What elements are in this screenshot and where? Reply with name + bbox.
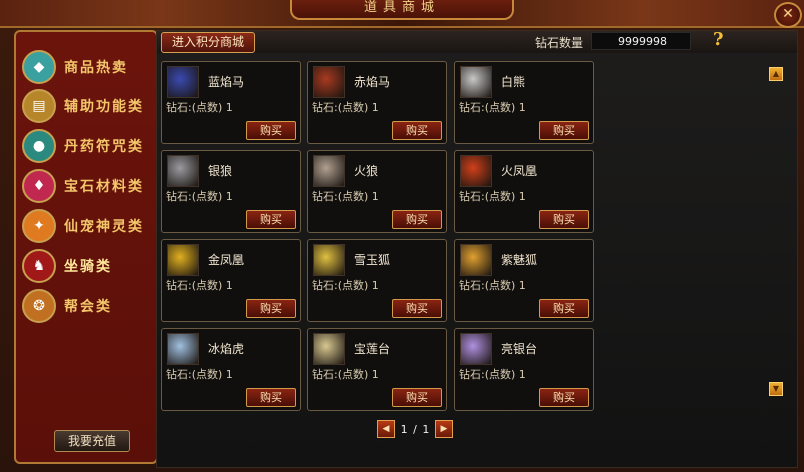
silver-wolf-icon	[167, 155, 199, 187]
orb-icon: ●	[22, 129, 56, 163]
bag-icon: ❂	[22, 289, 56, 323]
item-name: 紫魅狐	[501, 253, 538, 267]
gem-chest-icon: ◆	[22, 50, 56, 84]
item-price: 钻石:(点数) 1	[312, 190, 379, 203]
purple-fox-icon	[460, 244, 492, 276]
item-card: 蓝焰马钻石:(点数) 1 购买	[161, 61, 301, 144]
silver-platform-icon	[460, 333, 492, 365]
phoenix-pet-icon: ✦	[22, 209, 56, 243]
item-price: 钻石:(点数) 1	[459, 101, 526, 114]
buy-button[interactable]: 购买	[539, 121, 589, 140]
pagination: ◀ 1 / 1 ▶	[377, 419, 453, 439]
item-price: 钻石:(点数) 1	[166, 368, 233, 381]
buy-button[interactable]: 购买	[392, 121, 442, 140]
category-guild[interactable]: ❂ 帮会类	[22, 289, 152, 323]
page-separator: /	[413, 422, 417, 436]
item-card: 白熊钻石:(点数) 1 购买	[454, 61, 594, 144]
scroll-up-button[interactable]: ▲	[769, 67, 783, 81]
category-auxiliary[interactable]: ▤ 辅助功能类	[22, 89, 152, 123]
shop-header: 进入积分商城 钻石数量 9999998 ?	[157, 29, 797, 53]
category-label: 坐骑类	[64, 259, 112, 275]
item-price: 钻石:(点数) 1	[312, 368, 379, 381]
buy-button[interactable]: 购买	[392, 299, 442, 318]
item-name: 银狼	[208, 164, 233, 178]
item-name: 赤焰马	[354, 75, 391, 89]
item-name: 白熊	[501, 75, 526, 89]
item-price: 钻石:(点数) 1	[166, 101, 233, 114]
item-card: 宝莲台钻石:(点数) 1 购买	[307, 328, 447, 411]
points-mall-button[interactable]: 进入积分商城	[161, 32, 255, 53]
item-name: 雪玉狐	[354, 253, 391, 267]
ice-tiger-icon	[167, 333, 199, 365]
buy-button[interactable]: 购买	[539, 299, 589, 318]
item-name: 蓝焰马	[208, 75, 245, 89]
recharge-button[interactable]: 我要充值	[54, 430, 130, 452]
item-name: 火狼	[354, 164, 379, 178]
dragon-mount-icon: ♞	[22, 249, 56, 283]
category-label: 辅助功能类	[64, 99, 144, 115]
help-icon[interactable]: ?	[713, 29, 733, 51]
category-label: 丹药符咒类	[64, 139, 144, 155]
buy-button[interactable]: 购买	[539, 388, 589, 407]
prev-page-button[interactable]: ◀	[377, 420, 395, 438]
scroll-down-button[interactable]: ▼	[769, 382, 783, 396]
category-hot-sale[interactable]: ◆ 商品热卖	[22, 50, 152, 84]
item-price: 钻石:(点数) 1	[312, 101, 379, 114]
item-card: 赤焰马钻石:(点数) 1 购买	[307, 61, 447, 144]
buy-button[interactable]: 购买	[246, 388, 296, 407]
item-card: 亮银台钻石:(点数) 1 购买	[454, 328, 594, 411]
item-card: 雪玉狐钻石:(点数) 1 购买	[307, 239, 447, 322]
category-sidebar: ◆ 商品热卖 ▤ 辅助功能类 ● 丹药符咒类 ♦ 宝石材料类 ✦ 仙宠神灵类 ♞…	[14, 30, 158, 464]
buy-button[interactable]: 购买	[392, 388, 442, 407]
item-name: 金凤凰	[208, 253, 245, 267]
item-name: 火凤凰	[501, 164, 538, 178]
item-price: 钻石:(点数) 1	[166, 279, 233, 292]
window-title: 道具商城	[290, 0, 514, 20]
buy-button[interactable]: 购买	[539, 210, 589, 229]
item-name: 亮银台	[501, 342, 538, 356]
page-total: 1	[422, 422, 430, 436]
item-price: 钻石:(点数) 1	[459, 190, 526, 203]
red-flame-horse-icon	[313, 66, 345, 98]
buy-button[interactable]: 购买	[246, 121, 296, 140]
category-pills[interactable]: ● 丹药符咒类	[22, 129, 152, 163]
buy-button[interactable]: 购买	[246, 210, 296, 229]
category-gems[interactable]: ♦ 宝石材料类	[22, 169, 152, 203]
lotus-platform-icon	[313, 333, 345, 365]
category-label: 帮会类	[64, 299, 112, 315]
fire-wolf-icon	[313, 155, 345, 187]
item-card: 冰焰虎钻石:(点数) 1 购买	[161, 328, 301, 411]
fire-phoenix-icon	[460, 155, 492, 187]
buy-button[interactable]: 购买	[246, 299, 296, 318]
blue-flame-horse-icon	[167, 66, 199, 98]
diamond-count-value: 9999998	[591, 32, 691, 50]
item-price: 钻石:(点数) 1	[312, 279, 379, 292]
next-page-button[interactable]: ▶	[434, 420, 453, 438]
close-button[interactable]: ✕	[774, 2, 802, 28]
item-card: 紫魅狐钻石:(点数) 1 购买	[454, 239, 594, 322]
item-card: 金凤凰钻石:(点数) 1 购买	[161, 239, 301, 322]
item-card: 火狼钻石:(点数) 1 购买	[307, 150, 447, 233]
book-icon: ▤	[22, 89, 56, 123]
item-card: 火凤凰钻石:(点数) 1 购买	[454, 150, 594, 233]
page-current: 1	[400, 422, 408, 436]
snow-fox-icon	[313, 244, 345, 276]
white-bear-icon	[460, 66, 492, 98]
diamond-count-label: 钻石数量	[535, 36, 584, 50]
category-label: 商品热卖	[64, 60, 128, 76]
item-card: 银狼钻石:(点数) 1 购买	[161, 150, 301, 233]
category-mounts[interactable]: ♞ 坐骑类	[22, 249, 152, 283]
category-pets[interactable]: ✦ 仙宠神灵类	[22, 209, 152, 243]
shop-main-panel: 进入积分商城 钻石数量 9999998 ? 蓝焰马 钻石:(点数) 1 购买 赤焰马钻…	[156, 29, 798, 468]
item-name: 宝莲台	[354, 342, 391, 356]
item-price: 钻石:(点数) 1	[459, 368, 526, 381]
golden-phoenix-icon	[167, 244, 199, 276]
item-name: 冰焰虎	[208, 342, 245, 356]
item-price: 钻石:(点数) 1	[459, 279, 526, 292]
category-label: 宝石材料类	[64, 179, 144, 195]
gem-icon: ♦	[22, 169, 56, 203]
category-label: 仙宠神灵类	[64, 219, 144, 235]
item-price: 钻石:(点数) 1	[166, 190, 233, 203]
buy-button[interactable]: 购买	[392, 210, 442, 229]
